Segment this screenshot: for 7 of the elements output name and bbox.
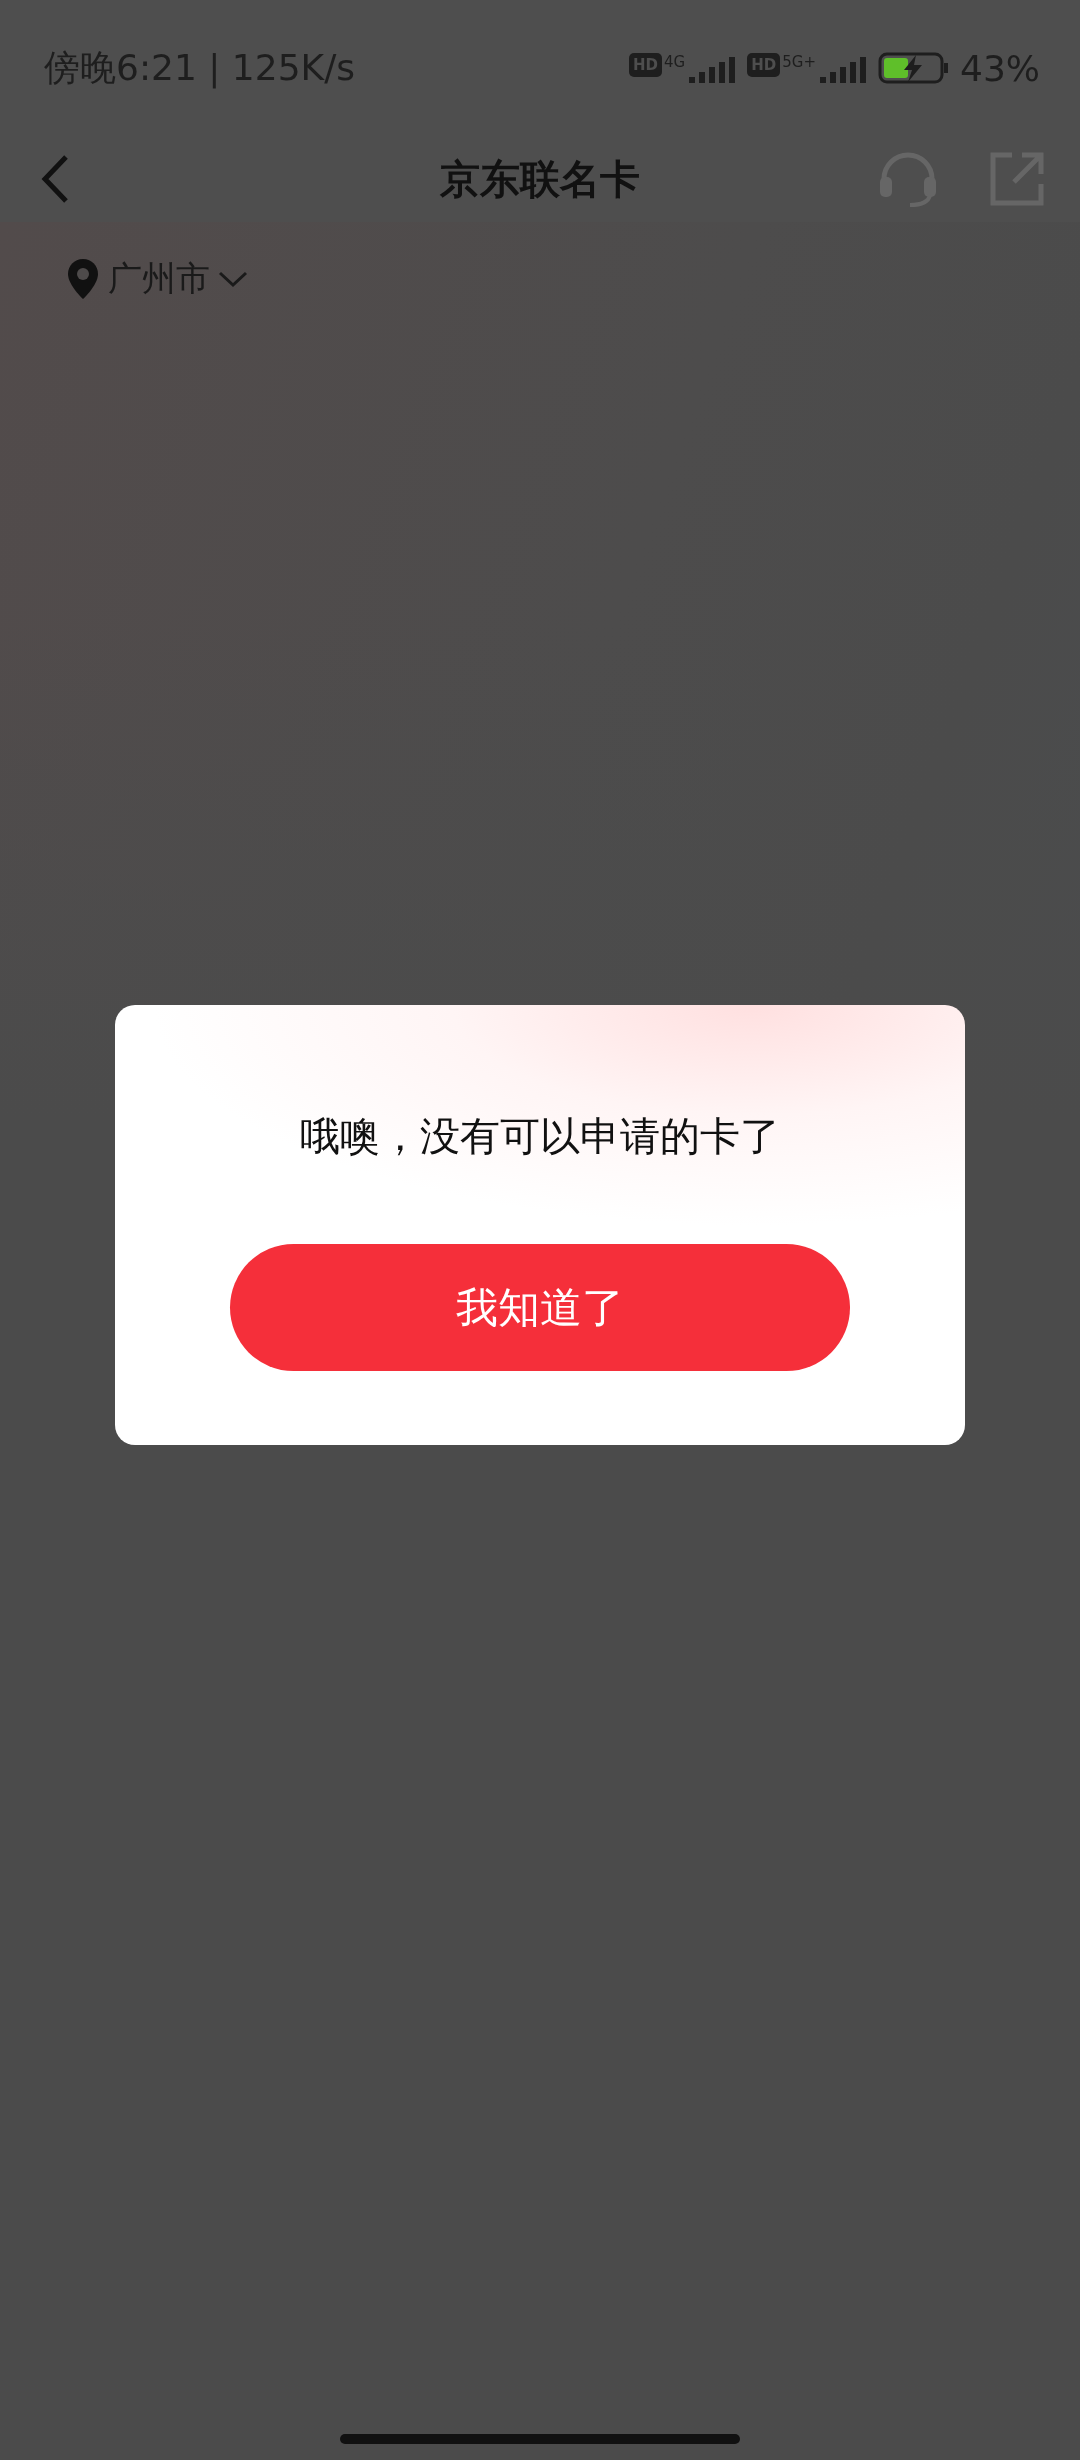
share-icon[interactable] bbox=[990, 152, 1044, 206]
chevron-down-icon[interactable] bbox=[218, 270, 248, 288]
confirm-button[interactable]: 我知道了 bbox=[230, 1244, 850, 1371]
location-pin-icon[interactable] bbox=[66, 257, 100, 301]
back-icon[interactable] bbox=[40, 154, 70, 204]
dialog-message: 哦噢，没有可以申请的卡了 bbox=[300, 1112, 780, 1161]
page-title: 京东联名卡 bbox=[440, 155, 640, 202]
